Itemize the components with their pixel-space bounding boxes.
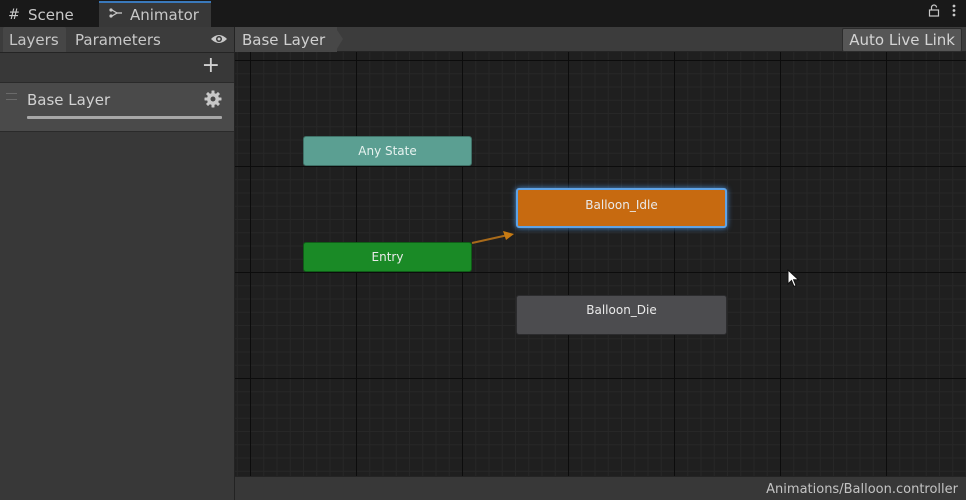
state-balloon-die-label: Balloon_Die [586, 303, 657, 317]
layer-item-base-layer[interactable]: Base Layer [0, 82, 234, 132]
lock-icon[interactable] [928, 4, 940, 21]
breadcrumb-arrow [335, 27, 343, 52]
state-entry[interactable]: Entry [303, 242, 472, 272]
state-any-state[interactable]: Any State [303, 136, 472, 166]
tab-scene-label: Scene [28, 6, 74, 24]
mouse-cursor-icon [787, 269, 800, 288]
window-controls [928, 4, 956, 21]
kebab-menu-icon[interactable] [952, 4, 956, 21]
drag-handle-icon[interactable] [6, 93, 17, 100]
panel-tabs: Layers Parameters [0, 27, 234, 53]
layer-toolbar: + [0, 53, 234, 80]
layers-panel: Layers Parameters + Base Layer [0, 27, 235, 500]
tab-parameters[interactable]: Parameters [69, 27, 169, 52]
layer-name: Base Layer [27, 91, 111, 109]
state-balloon-die[interactable]: Balloon_Die [516, 295, 727, 335]
tab-animator-label: Animator [130, 6, 199, 24]
state-balloon-idle-label: Balloon_Idle [585, 198, 658, 212]
status-bar: Animations/Balloon.controller [235, 476, 966, 500]
animator-icon [108, 7, 124, 23]
state-machine-graph[interactable]: Any State Entry Balloon_Idle Balloon_Die [235, 52, 966, 476]
tab-layers[interactable]: Layers [3, 27, 66, 52]
tab-scene[interactable]: # Scene [6, 3, 96, 27]
state-any-state-label: Any State [358, 144, 417, 158]
auto-live-link-button[interactable]: Auto Live Link [842, 28, 962, 52]
gear-icon[interactable] [204, 90, 222, 108]
breadcrumb-label: Base Layer [242, 30, 326, 49]
breadcrumb[interactable]: Base Layer [235, 27, 338, 52]
layer-weight-bar[interactable] [27, 116, 222, 119]
controller-path: Animations/Balloon.controller [766, 482, 958, 497]
window-tab-bar: # Scene Animator [0, 0, 966, 27]
state-entry-label: Entry [371, 250, 404, 264]
grid-icon: # [8, 7, 20, 23]
add-layer-button[interactable]: + [202, 55, 220, 77]
state-balloon-idle[interactable]: Balloon_Idle [516, 188, 727, 228]
tab-animator[interactable]: Animator [99, 1, 211, 27]
graph-toolbar: Base Layer Auto Live Link [235, 27, 966, 52]
eye-icon[interactable] [210, 31, 228, 47]
entry-transition-arrow[interactable] [470, 227, 520, 247]
